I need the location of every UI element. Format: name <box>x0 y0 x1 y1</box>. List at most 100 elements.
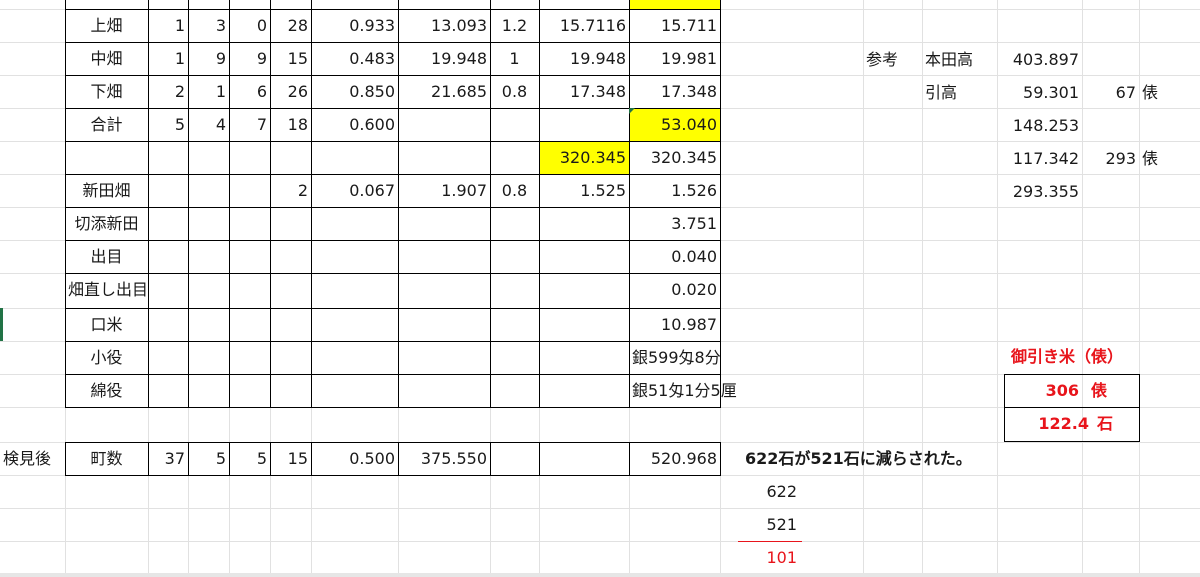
hikidaka-value[interactable]: 59.301 <box>997 76 1082 109</box>
cell-e[interactable]: 9 <box>229 42 270 75</box>
cell-h[interactable]: 1.907 <box>398 174 490 207</box>
cell-k[interactable]: 10.987 <box>629 308 720 341</box>
cell-g[interactable]: 0.600 <box>311 108 398 141</box>
cell-k[interactable]: 320.345 <box>629 141 720 174</box>
cell-f[interactable]: 15 <box>270 42 311 75</box>
cell-g[interactable]: 0.500 <box>311 442 398 475</box>
cell-c[interactable]: 37 <box>148 442 188 475</box>
cell-b[interactable]: 下畑 <box>65 75 148 108</box>
cell-c[interactable]: 1 <box>148 42 188 75</box>
cell-a[interactable]: 検見後 <box>0 442 65 475</box>
cell-i[interactable]: 0.8 <box>490 75 539 108</box>
cell-j[interactable]: 320.345 <box>539 141 629 174</box>
cell-g[interactable]: 0.933 <box>311 9 398 42</box>
cell-b[interactable]: 口米 <box>65 308 148 341</box>
hikidaka-bales[interactable]: 67 <box>1082 76 1139 109</box>
cell-e[interactable]: 0 <box>229 9 270 42</box>
cell-k[interactable]: 銀51匁1分5厘 <box>629 374 737 407</box>
reference-value-4-bales[interactable]: 293 <box>1082 142 1139 175</box>
cell-e[interactable]: 6 <box>229 75 270 108</box>
cell-b[interactable]: 綿役 <box>65 374 148 407</box>
cell-k[interactable]: 520.968 <box>629 442 720 475</box>
cell-b[interactable]: 新田畑 <box>65 174 148 207</box>
cell-c[interactable]: 2 <box>148 75 188 108</box>
cell-c[interactable]: 5 <box>148 108 188 141</box>
cell-f[interactable]: 2 <box>270 174 311 207</box>
hikidaka-label[interactable]: 引高 <box>922 76 997 109</box>
cell-g[interactable]: 0.067 <box>311 174 398 207</box>
reference-value-3[interactable]: 148.253 <box>997 109 1082 142</box>
calc-value-a[interactable]: 622 <box>738 475 800 508</box>
cell-d[interactable]: 1 <box>188 75 229 108</box>
cell-b[interactable]: 出目 <box>65 240 148 273</box>
cell-k[interactable]: 19.981 <box>629 42 720 75</box>
border-line <box>65 273 721 274</box>
reduction-note[interactable]: 622石が521石に減らされた。 <box>742 442 1042 475</box>
ohikimai-koku-value[interactable]: 122.4 <box>1004 407 1092 440</box>
cell-k[interactable]: 53.040 <box>629 108 720 141</box>
ohikimai-title[interactable]: 御引き米（俵） <box>1008 340 1158 373</box>
cell-i[interactable]: 1 <box>490 42 539 75</box>
cell-b[interactable]: 小役 <box>65 341 148 374</box>
hikidaka-bale-unit[interactable]: 俵 <box>1139 76 1179 109</box>
honden-label[interactable]: 本田高 <box>922 43 997 76</box>
cell-j[interactable]: 19.948 <box>539 42 629 75</box>
cell-j[interactable]: 15.7116 <box>539 9 629 42</box>
cell-b[interactable]: 町数 <box>65 442 148 475</box>
spreadsheet-grid[interactable]: 上畑 1 3 0 28 0.933 13.093 1.2 15.7116 15.711 中畑 1 9 9 1… <box>0 0 1200 577</box>
reference-value-4-bale-unit[interactable]: 俵 <box>1139 142 1179 175</box>
cell-b[interactable]: 畑直し出目 <box>65 273 148 306</box>
cell-h[interactable]: 13.093 <box>398 9 490 42</box>
cell-b[interactable]: 上畑 <box>65 9 148 42</box>
cell-h[interactable]: 21.685 <box>398 75 490 108</box>
cell-c[interactable]: 1 <box>148 9 188 42</box>
cell-k[interactable]: 3.751 <box>629 207 720 240</box>
border-line <box>1004 374 1140 375</box>
cell-i[interactable]: 0.8 <box>490 174 539 207</box>
cell-e[interactable]: 7 <box>229 108 270 141</box>
cell-g[interactable]: 0.483 <box>311 42 398 75</box>
cell-h[interactable]: 375.550 <box>398 442 490 475</box>
cell-j[interactable]: 1.525 <box>539 174 629 207</box>
highlighted-cell-top[interactable] <box>629 0 720 9</box>
cell-d[interactable]: 9 <box>188 42 229 75</box>
cell-j[interactable]: 17.348 <box>539 75 629 108</box>
reference-value-4[interactable]: 117.342 <box>997 142 1082 175</box>
cell-k[interactable]: 17.348 <box>629 75 720 108</box>
border-line <box>148 0 149 407</box>
honden-value[interactable]: 403.897 <box>997 43 1082 76</box>
cell-f[interactable]: 28 <box>270 9 311 42</box>
cell-b[interactable]: 切添新田 <box>65 207 148 240</box>
border-line <box>229 442 230 475</box>
cell-d[interactable]: 4 <box>188 108 229 141</box>
cell-k[interactable]: 0.020 <box>629 273 720 306</box>
border-line <box>720 442 721 475</box>
cell-k[interactable]: 銀599匁8分 <box>629 341 721 374</box>
calc-value-b[interactable]: 521 <box>738 508 800 541</box>
cell-k[interactable]: 0.040 <box>629 240 720 273</box>
cell-f[interactable]: 18 <box>270 108 311 141</box>
border-line <box>65 240 721 241</box>
border-line <box>65 0 66 407</box>
border-line <box>311 0 312 407</box>
calc-difference[interactable]: 101 <box>738 541 800 574</box>
cell-d[interactable]: 5 <box>188 442 229 475</box>
cell-e[interactable]: 5 <box>229 442 270 475</box>
cell-b[interactable]: 合計 <box>65 108 148 141</box>
cell-f[interactable]: 26 <box>270 75 311 108</box>
cell-h[interactable]: 19.948 <box>398 42 490 75</box>
cell-f[interactable]: 15 <box>270 442 311 475</box>
cell-k[interactable]: 15.711 <box>629 9 720 42</box>
reference-value-5[interactable]: 293.355 <box>997 175 1082 208</box>
cell-i[interactable]: 1.2 <box>490 9 539 42</box>
cell-k[interactable]: 1.526 <box>629 174 720 207</box>
border-line <box>398 442 399 475</box>
reference-label[interactable]: 参考 <box>863 43 911 76</box>
cell-b[interactable]: 中畑 <box>65 42 148 75</box>
ohikimai-bales-unit[interactable]: 俵 <box>1088 374 1118 407</box>
ohikimai-koku-unit[interactable]: 石 <box>1094 407 1124 440</box>
ohikimai-bales-value[interactable]: 306 <box>1004 374 1082 407</box>
cell-d[interactable]: 3 <box>188 9 229 42</box>
horizontal-scrollbar[interactable] <box>0 573 1200 577</box>
cell-g[interactable]: 0.850 <box>311 75 398 108</box>
